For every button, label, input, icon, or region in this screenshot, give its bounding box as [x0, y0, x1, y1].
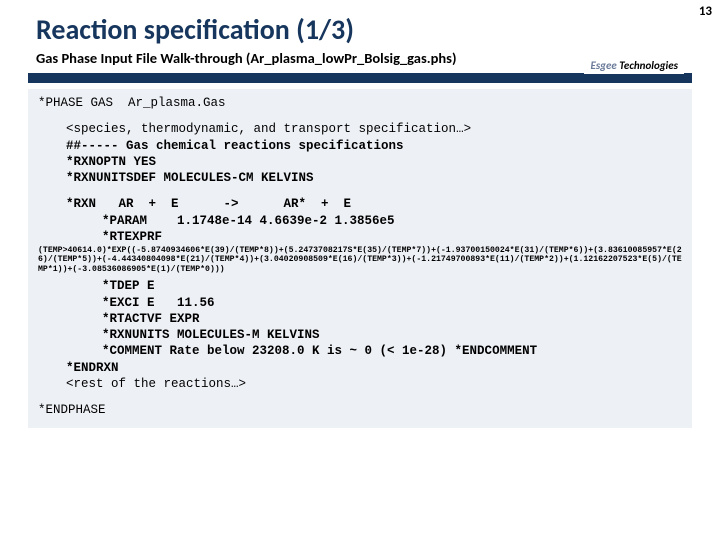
code-tdep: *TDEP E	[38, 278, 682, 294]
code-rtexprf-expression: (TEMP>40614.0)*EXP((-5.8740934606*E(39)/…	[38, 246, 682, 274]
page-number: 13	[699, 4, 712, 19]
code-rxnunits: *RXNUNITS MOLECULES-M KELVINS	[38, 327, 682, 343]
code-rest: <rest of the reactions…>	[38, 376, 682, 392]
code-phase: *PHASE GAS Ar_plasma.Gas	[38, 95, 682, 111]
logo-prefix: Esgee	[590, 59, 616, 72]
code-rxnunitsdef: *RXNUNITSDEF MOLECULES-CM KELVINS	[38, 170, 682, 186]
logo-suffix: Technologies	[617, 59, 678, 72]
code-param: *PARAM 1.1748e-14 4.6639e-2 1.3856e5	[38, 213, 682, 229]
brand-logo: Esgee Technologies	[584, 57, 684, 74]
code-rtexprf-label: *RTEXPRF	[38, 229, 682, 245]
code-rxnoptn: *RXNOPTN YES	[38, 154, 682, 170]
code-comment-rate: *COMMENT Rate below 23208.0 K is ~ 0 (< …	[38, 343, 682, 359]
code-endrxn: *ENDRXN	[38, 360, 682, 376]
code-block: *PHASE GAS Ar_plasma.Gas <species, therm…	[28, 89, 692, 428]
code-exci: *EXCI E 11.56	[38, 295, 682, 311]
slide-title: Reaction specification (1/3)	[0, 0, 720, 49]
code-rtactvf: *RTACTVF EXPR	[38, 311, 682, 327]
code-endphase: *ENDPHASE	[38, 402, 682, 418]
divider-bar: Esgee Technologies	[28, 73, 692, 83]
code-comment: ##----- Gas chemical reactions specifica…	[38, 138, 682, 154]
code-rxn: *RXN AR + E -> AR* + E	[38, 196, 682, 212]
code-species: <species, thermodynamic, and transport s…	[38, 121, 682, 137]
